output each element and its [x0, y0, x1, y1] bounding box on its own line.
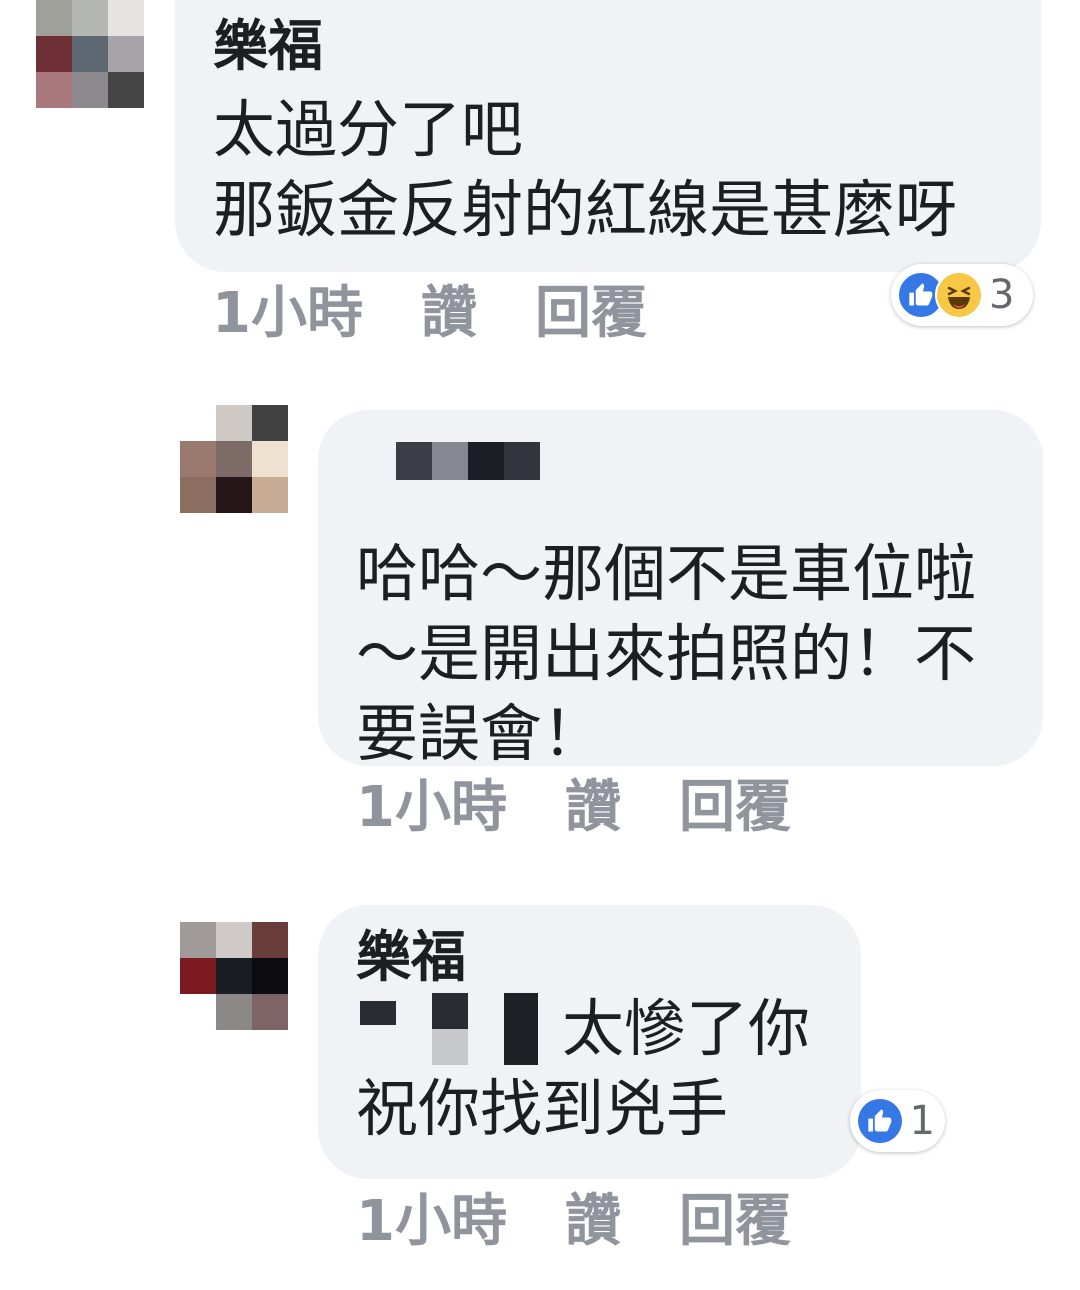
reaction-count: 3	[989, 272, 1015, 318]
comment-bubble: 哈哈～那個不是車位啦 ～是開出來拍照的！不 要誤會！	[318, 410, 1043, 770]
comment-timestamp[interactable]: 1小時	[356, 1189, 507, 1254]
redacted-mention	[356, 993, 540, 1065]
like-button[interactable]: 讚	[565, 1189, 621, 1254]
reply-button[interactable]: 回覆	[535, 281, 647, 346]
comment-bubble: 樂福 太過分了吧 那鈑金反射的紅線是甚麼呀	[175, 0, 1041, 272]
comment-timestamp[interactable]: 1小時	[356, 775, 507, 840]
comment-bubble: 樂福 太慘了你 祝你找到兇手	[318, 905, 861, 1179]
comment-text-line: 太過分了吧	[213, 93, 524, 166]
comment-meta: 1小時讚回覆	[212, 282, 647, 346]
comment-author[interactable]: 樂福	[356, 925, 823, 989]
avatar[interactable]	[36, 0, 144, 108]
like-button[interactable]: 讚	[565, 775, 621, 840]
avatar[interactable]	[180, 405, 288, 513]
reaction-count: 1	[909, 1098, 935, 1144]
like-icon	[856, 1097, 904, 1145]
reply-button[interactable]: 回覆	[679, 775, 791, 840]
reaction-summary[interactable]: 3	[891, 264, 1033, 326]
comment-meta: 1小時讚回覆	[356, 1190, 791, 1254]
reaction-summary[interactable]: 1	[850, 1090, 945, 1152]
comment-text-line: 哈哈～那個不是車位啦	[356, 537, 977, 610]
haha-icon	[935, 271, 983, 319]
comment-timestamp[interactable]: 1小時	[212, 281, 363, 346]
comment-author[interactable]: 樂福	[213, 14, 1003, 78]
comment-text-line: 太慘了你	[562, 992, 811, 1065]
comment-text-line: 那鈑金反射的紅線是甚麼呀	[213, 173, 958, 246]
comment-text-line: ～是開出來拍照的！不	[356, 617, 977, 690]
avatar[interactable]	[180, 922, 288, 1030]
comment-text-line: 祝你找到兇手	[356, 1072, 729, 1145]
like-button[interactable]: 讚	[421, 281, 477, 346]
comment-text-line: 要誤會！	[356, 697, 605, 770]
reply-button[interactable]: 回覆	[679, 1189, 791, 1254]
comment-meta: 1小時讚回覆	[356, 776, 791, 840]
redacted-author-name	[396, 442, 1005, 480]
